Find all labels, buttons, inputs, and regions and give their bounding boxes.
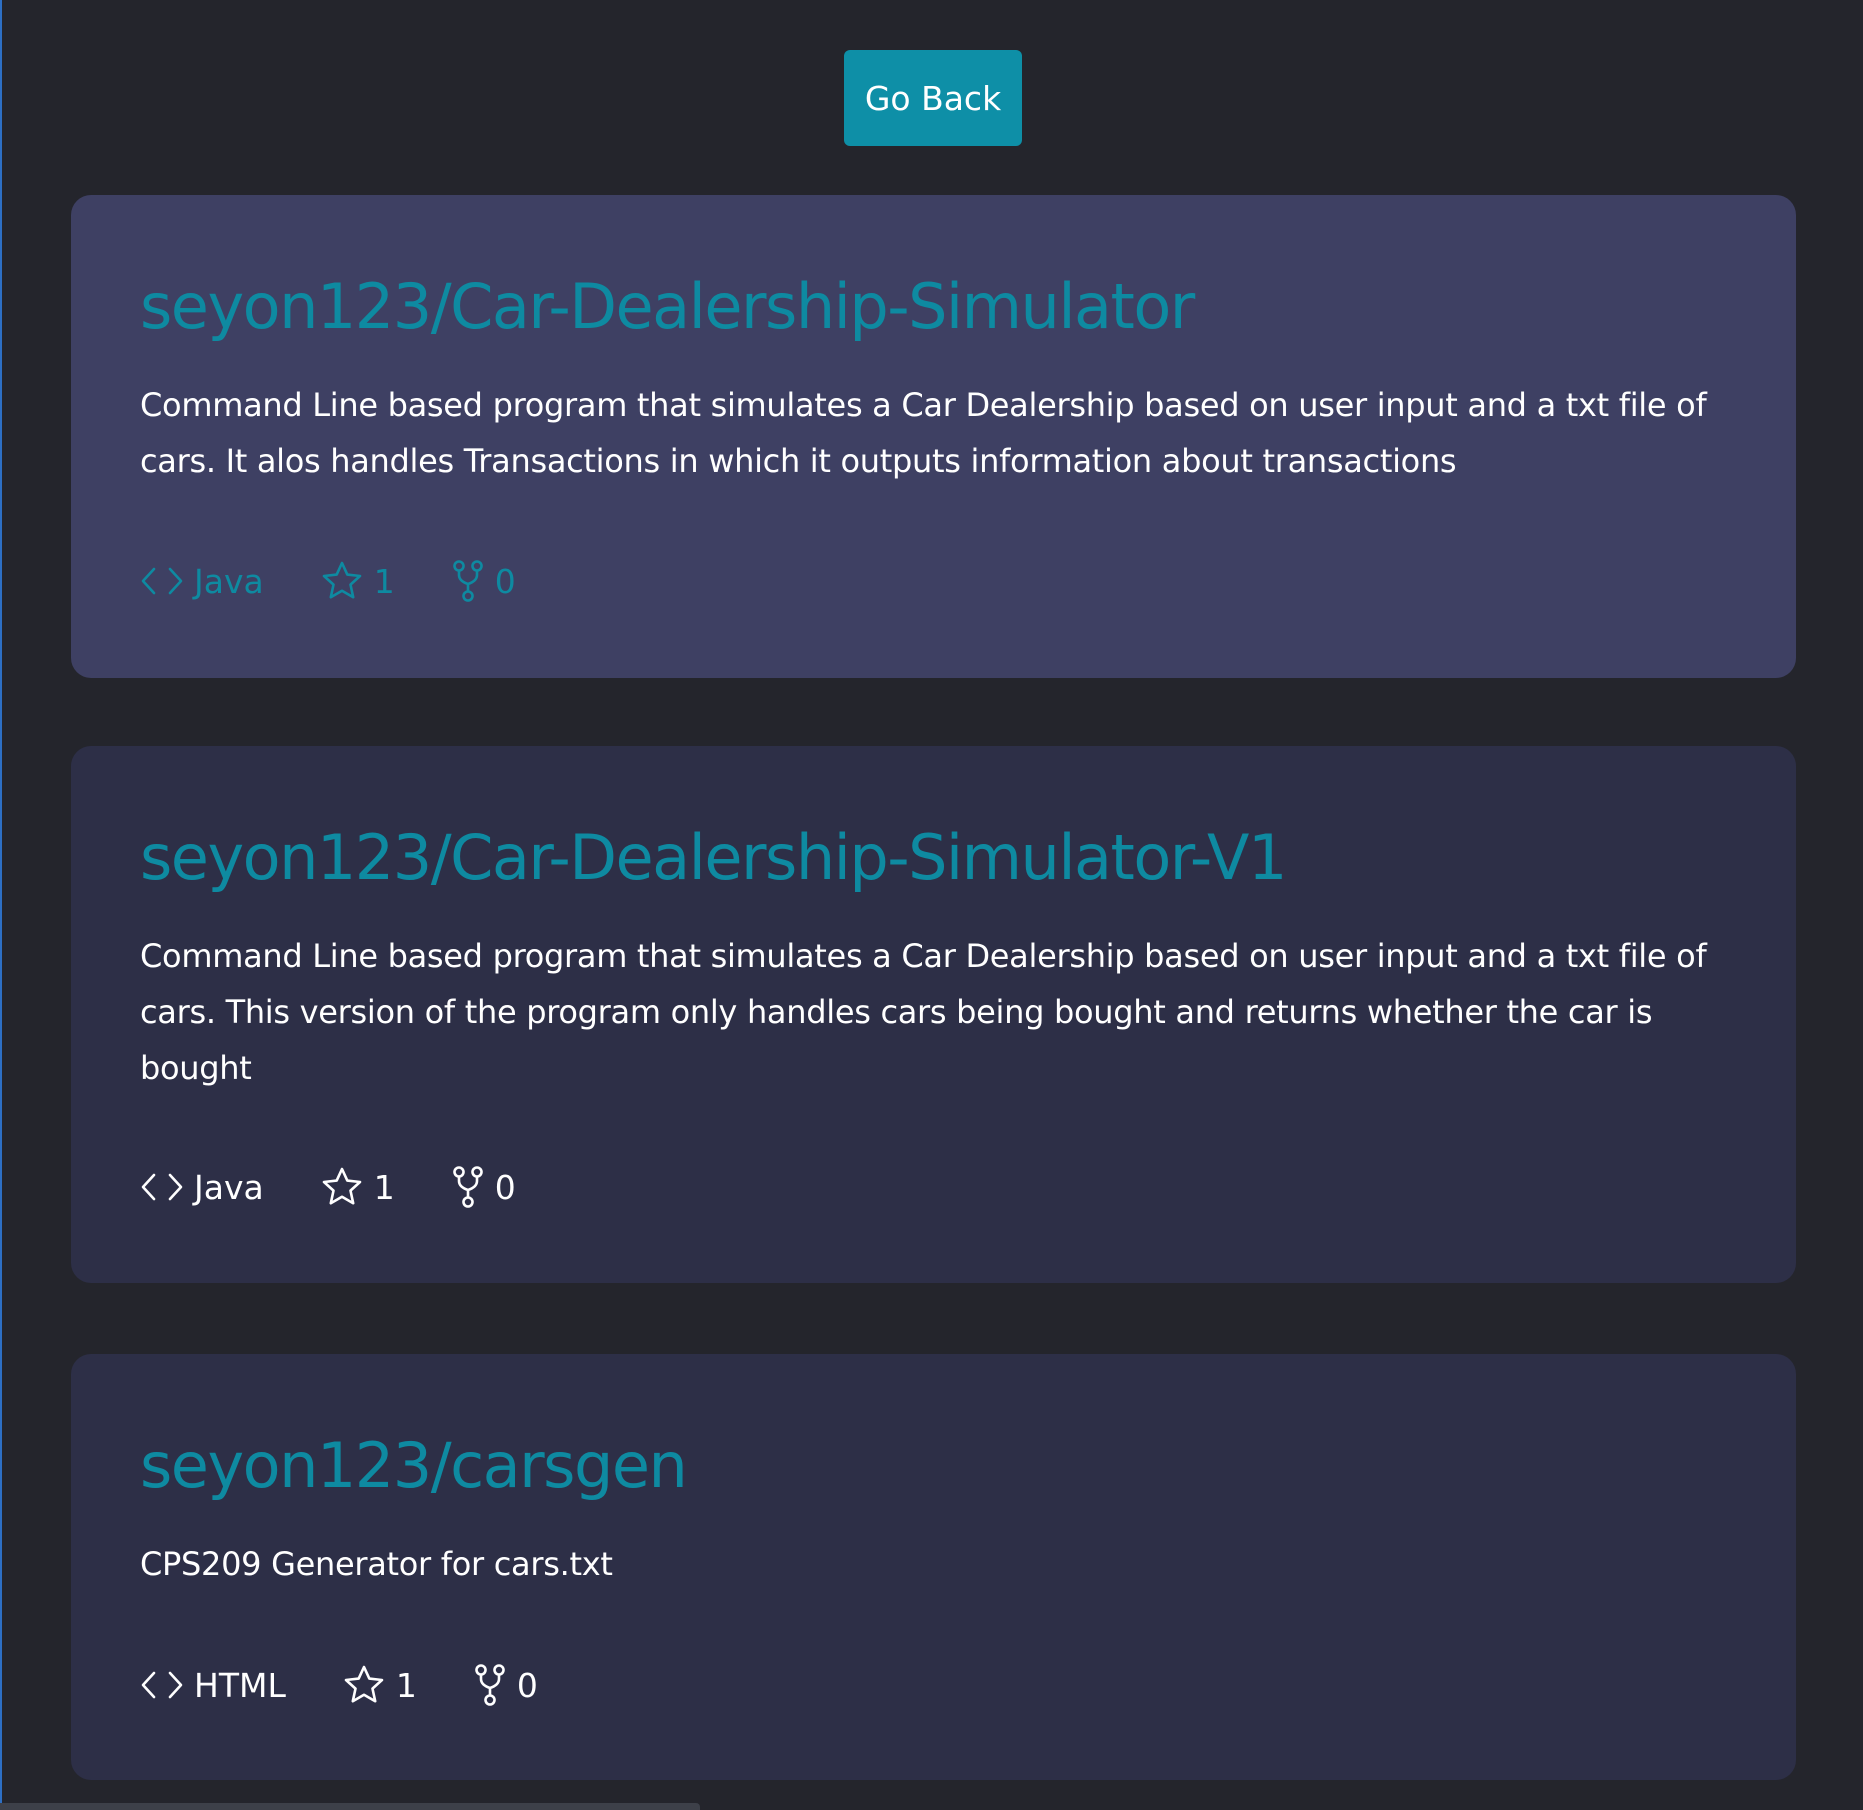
repo-language: Java xyxy=(140,562,264,601)
repo-language: Java xyxy=(140,1168,264,1207)
repo-meta: Java 1 0 xyxy=(140,1162,572,1212)
go-back-button[interactable]: Go Back xyxy=(844,50,1022,146)
repo-description: Command Line based program that simulate… xyxy=(140,937,1707,1087)
repo-language-label: Java xyxy=(194,1167,264,1207)
repo-forks: 0 xyxy=(451,1164,516,1210)
repo-stars-count: 1 xyxy=(373,1167,395,1207)
repo-language-label: HTML xyxy=(194,1665,286,1705)
horizontal-scrollbar[interactable] xyxy=(0,1803,700,1810)
repo-stars: 1 xyxy=(320,1166,395,1208)
code-icon xyxy=(140,563,184,599)
repo-title[interactable]: seyon123/Car-Dealership-Simulator-V1 xyxy=(140,818,1727,898)
repo-stars-count: 1 xyxy=(395,1665,417,1705)
star-icon xyxy=(320,560,364,602)
repo-description: Command Line based program that simulate… xyxy=(140,386,1707,480)
repo-card[interactable]: seyon123/carsgen CPS209 Generator for ca… xyxy=(71,1354,1796,1780)
fork-icon xyxy=(473,1662,507,1708)
repo-card[interactable]: seyon123/Car-Dealership-Simulator-V1 Com… xyxy=(71,746,1796,1283)
repo-language-label: Java xyxy=(194,561,264,601)
repo-forks-count: 0 xyxy=(494,1167,516,1207)
window-left-edge xyxy=(0,0,2,1810)
repo-title[interactable]: seyon123/carsgen xyxy=(140,1426,1727,1506)
star-icon xyxy=(320,1166,364,1208)
repo-card[interactable]: seyon123/Car-Dealership-Simulator Comman… xyxy=(71,195,1796,678)
repo-meta: Java 1 0 xyxy=(140,556,572,606)
fork-icon xyxy=(451,558,485,604)
repo-stars-count: 1 xyxy=(373,561,395,601)
repo-forks: 0 xyxy=(473,1662,538,1708)
star-icon xyxy=(342,1664,386,1706)
repo-title[interactable]: seyon123/Car-Dealership-Simulator xyxy=(140,267,1727,347)
repo-stars: 1 xyxy=(320,560,395,602)
repo-forks-count: 0 xyxy=(494,561,516,601)
repo-meta: HTML 1 0 xyxy=(140,1660,594,1710)
code-icon xyxy=(140,1169,184,1205)
repo-language: HTML xyxy=(140,1666,286,1705)
repo-description: CPS209 Generator for cars.txt xyxy=(140,1545,613,1583)
repo-forks: 0 xyxy=(451,558,516,604)
repo-forks-count: 0 xyxy=(516,1665,538,1705)
fork-icon xyxy=(451,1164,485,1210)
code-icon xyxy=(140,1667,184,1703)
repo-stars: 1 xyxy=(342,1664,417,1706)
